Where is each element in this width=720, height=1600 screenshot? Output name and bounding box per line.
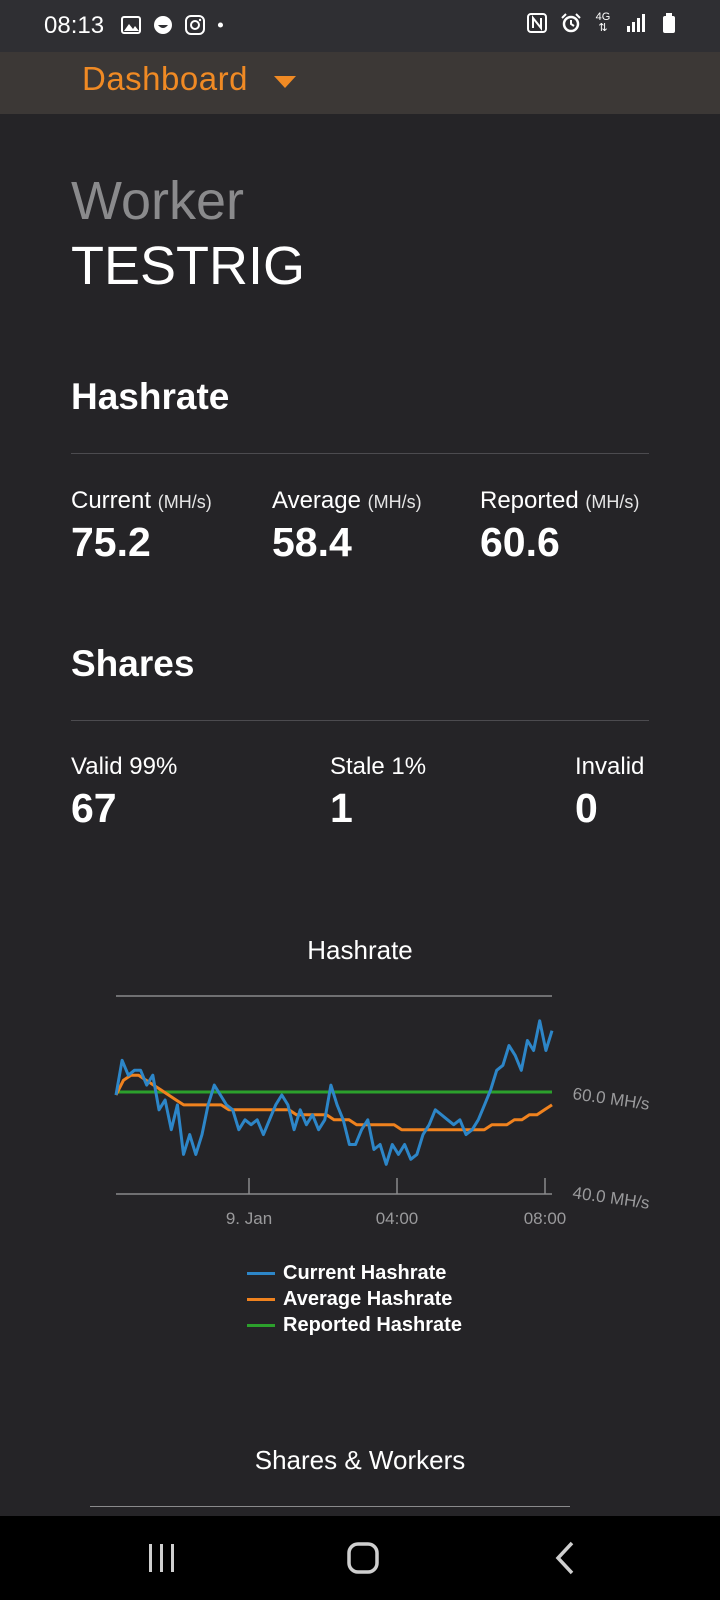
legend-item-reported[interactable]: Reported Hashrate (247, 1312, 462, 1338)
status-time: 08:13 (44, 12, 105, 39)
chart-legend: Current Hashrate Average Hashrate Report… (247, 1260, 462, 1338)
x-tick-label: 08:00 (524, 1209, 567, 1228)
navigation-bar (0, 1516, 720, 1600)
battery-icon (663, 13, 675, 33)
hashrate-chart-title: Hashrate (307, 935, 413, 965)
home-icon[interactable] (343, 1538, 383, 1578)
dot-icon (217, 22, 223, 28)
dashboard-menu-button[interactable]: Dashboard (82, 60, 248, 98)
status-icons-right: 4G ⇅ (526, 12, 680, 34)
nfc-icon (527, 13, 547, 33)
average-hashrate-value: 58.4 (272, 519, 352, 565)
invalid-shares-value: 0 (575, 785, 598, 831)
hashrate-divider (71, 453, 649, 454)
app-bar: Dashboard (0, 52, 720, 114)
4g-icon: 4G ⇅ (595, 11, 611, 34)
invalid-shares-label: Invalid (575, 753, 645, 780)
hashrate-section-title: Hashrate (71, 376, 230, 417)
valid-shares-label: Valid 99% (71, 753, 178, 780)
legend-label-average: Average Hashrate (283, 1287, 453, 1310)
shares-section-title: Shares (71, 643, 195, 684)
average-hashrate-label: Average (MH/s) (272, 487, 422, 514)
y-tick-label: 60.0 MH/s (571, 1084, 650, 1114)
status-icons-left (120, 14, 230, 36)
x-tick-label: 04:00 (376, 1209, 419, 1228)
legend-label-current: Current Hashrate (283, 1261, 447, 1284)
back-icon[interactable] (546, 1538, 586, 1578)
y-tick-label: 40.0 MH/s (571, 1183, 650, 1213)
signal-icon (627, 14, 645, 32)
legend-swatch-average (247, 1297, 275, 1301)
instagram-icon (185, 15, 205, 35)
hashrate-chart[interactable]: 9. Jan 04:00 08:00 60.0 MH/s 40.0 MH/s (0, 980, 720, 1240)
network-label: 4G (595, 11, 611, 23)
worker-name: TESTRIG (71, 236, 306, 296)
gallery-icon (121, 16, 141, 34)
legend-swatch-current (247, 1271, 275, 1275)
shares-workers-chart-title: Shares & Workers (254, 1445, 466, 1475)
current-hashrate-label: Current (MH/s) (71, 487, 212, 514)
shares-divider (71, 720, 649, 721)
legend-label-reported: Reported Hashrate (283, 1313, 462, 1336)
valid-shares-value: 67 (71, 785, 117, 831)
shares-workers-chart-border (90, 1506, 570, 1507)
reported-hashrate-label: Reported (MH/s) (480, 487, 640, 514)
legend-item-average[interactable]: Average Hashrate (247, 1286, 462, 1312)
legend-item-current[interactable]: Current Hashrate (247, 1260, 462, 1286)
reported-hashrate-value: 60.6 (480, 519, 560, 565)
legend-swatch-reported (247, 1323, 275, 1327)
alarm-icon (561, 13, 581, 33)
face-icon (154, 16, 172, 34)
recent-apps-icon[interactable] (142, 1538, 182, 1578)
worker-label: Worker (71, 171, 245, 231)
current-hashrate-value: 75.2 (71, 519, 151, 565)
stale-shares-label: Stale 1% (330, 753, 427, 780)
status-bar: 08:13 4G ⇅ (0, 0, 720, 52)
caret-down-icon[interactable] (274, 76, 296, 88)
stale-shares-value: 1 (330, 785, 353, 831)
x-tick-label: 9. Jan (226, 1209, 272, 1228)
